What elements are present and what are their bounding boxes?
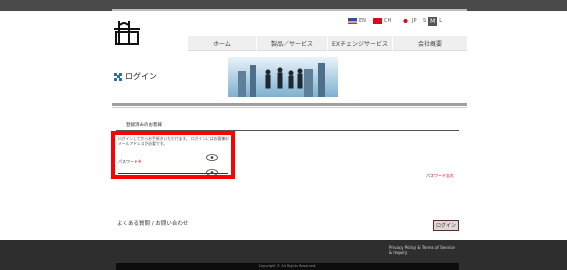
size-small[interactable]: S <box>423 18 426 24</box>
section-title: 登録済みのお客様 <box>126 123 162 128</box>
footer-link-inquiry[interactable]: & Inquiry <box>389 250 455 256</box>
business-banner-image <box>228 57 338 97</box>
page-title-text: ログイン <box>125 72 157 81</box>
section-divider <box>112 103 467 106</box>
size-medium[interactable]: M <box>428 16 438 26</box>
lang-label: EN <box>359 18 366 24</box>
nav-home[interactable]: ホーム <box>188 36 256 51</box>
login-highlight-box <box>111 131 235 179</box>
japan-flag-icon <box>401 18 410 24</box>
lang-ch[interactable]: CH <box>373 16 391 26</box>
footer-links[interactable]: Privacy Policy & Terms of Service & Inqu… <box>389 245 455 256</box>
font-size-selector: S M L <box>423 16 442 26</box>
us-flag-icon <box>348 18 357 24</box>
section-divider-thin <box>112 107 467 108</box>
nav-label: 会社概要 <box>417 40 442 48</box>
nav-company[interactable]: 会社概要 <box>393 36 467 51</box>
login-button[interactable]: ログイン <box>433 220 459 231</box>
copyright-text: Copyright © All Rights Reserved. <box>258 264 317 268</box>
size-large[interactable]: L <box>439 18 442 24</box>
lang-jp[interactable]: JP <box>401 16 417 26</box>
top-bar-highlight <box>112 9 467 11</box>
faq-link[interactable]: よくある質問 / お問い合わせ <box>117 219 188 227</box>
lang-label: JP <box>412 18 417 24</box>
company-logo[interactable] <box>114 20 140 46</box>
lang-label: CH <box>384 18 392 24</box>
lang-en[interactable]: EN <box>348 16 366 26</box>
nav-label: ホーム <box>213 40 231 48</box>
blocks-icon <box>114 72 122 81</box>
china-flag-icon <box>373 18 382 24</box>
top-bar <box>0 0 567 11</box>
nav-label: 製品／サービス <box>270 40 313 48</box>
forgot-password-link[interactable]: パスワード忘れ <box>426 173 454 179</box>
nav-exchange[interactable]: EXチェンジサービス <box>328 36 392 51</box>
nav-products[interactable]: 製品／サービス <box>257 36 327 51</box>
page-title: ログイン <box>114 71 157 82</box>
nav-label: EXチェンジサービス <box>332 40 388 48</box>
